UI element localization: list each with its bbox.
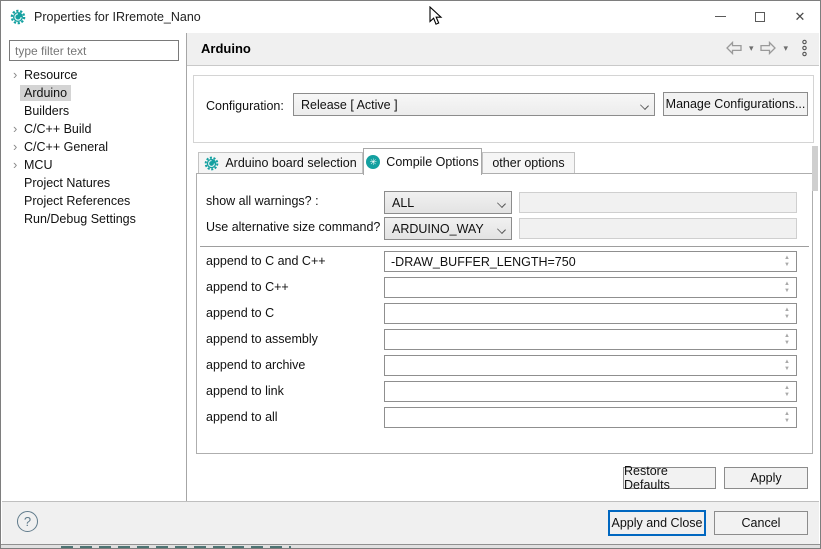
view-menu-icon[interactable] [800,39,809,57]
back-icon[interactable] [725,41,743,55]
minimize-icon [715,16,726,17]
main-panel: Arduino ▾ ▾ Configuration: Rel [187,33,819,501]
tree-item-project-natures[interactable]: Project Natures [2,174,186,192]
forward-history-caret-icon[interactable]: ▾ [781,43,790,54]
manage-configurations-button[interactable]: Manage Configurations... [663,92,808,116]
size-command-select[interactable]: ARDUINO_WAY [384,217,512,240]
tree-item-arduino[interactable]: Arduino [2,84,186,102]
page-title: Arduino [201,41,251,56]
scroll-arrows-icon[interactable]: ▲▼ [780,304,794,323]
scroll-arrows-icon[interactable]: ▲▼ [780,356,794,375]
tree-item-cpp-general[interactable]: › C/C++ General [2,138,186,156]
append-assembly-field-wrap: ▲▼ [384,329,797,350]
append-cpp-input[interactable] [384,277,797,298]
background-window-sliver [1,544,820,548]
chevron-down-icon [640,101,649,110]
append-archive-field-wrap: ▲▼ [384,355,797,376]
footer-bar: ? Apply and Close Cancel [2,501,819,544]
append-c-cpp-label: append to C and C++ [206,254,326,268]
append-archive-input[interactable] [384,355,797,376]
tab-arduino-board-selection[interactable]: Arduino board selection [198,152,363,174]
help-icon[interactable]: ? [17,511,38,532]
page-header: Arduino ▾ ▾ [187,33,819,66]
maximize-icon [755,12,765,22]
section-separator [200,246,809,247]
configuration-select[interactable]: Release [ Active ] [293,93,655,116]
back-history-caret-icon[interactable]: ▾ [747,43,756,54]
tab-compile-options[interactable]: ✳ Compile Options [363,148,482,175]
tree-item-resource[interactable]: › Resource [2,66,186,84]
tree-item-run-debug-settings[interactable]: Run/Debug Settings [2,210,186,228]
chevron-right-icon[interactable]: › [2,70,20,80]
cancel-button[interactable]: Cancel [714,511,808,535]
append-c-field-wrap: ▲▼ [384,303,797,324]
titlebar[interactable]: Properties for IRremote_Nano ✕ [1,1,820,33]
maximize-button[interactable] [740,1,780,32]
compile-icon: ✳ [366,155,380,169]
append-all-field-wrap: ▲▼ [384,407,797,428]
append-cpp-label: append to C++ [206,280,289,294]
append-c-cpp-field-wrap: ▲▼ [384,251,797,272]
gear-icon [204,156,219,171]
append-c-label: append to C [206,306,274,320]
tree-item-project-references[interactable]: Project References [2,192,186,210]
scroll-arrows-icon[interactable]: ▲▼ [780,408,794,427]
tree-item-mcu[interactable]: › MCU [2,156,186,174]
size-command-extra-field [519,218,797,239]
sidebar: › Resource Arduino Builders › C/C++ Buil… [2,33,186,501]
size-command-label: Use alternative size command? : [206,220,387,234]
configuration-label: Configuration: [206,99,284,113]
append-c-cpp-input[interactable] [384,251,797,272]
restore-defaults-button[interactable]: Restore Defaults [623,467,716,489]
tree-item-cpp-build[interactable]: › C/C++ Build [2,120,186,138]
mouse-cursor [429,6,443,26]
apply-and-close-button[interactable]: Apply and Close [608,510,706,536]
chevron-right-icon[interactable]: › [2,160,20,170]
chevron-down-icon [497,199,506,208]
forward-icon[interactable] [759,41,777,55]
append-link-label: append to link [206,384,284,398]
append-cpp-field-wrap: ▲▼ [384,277,797,298]
scroll-arrows-icon[interactable]: ▲▼ [780,382,794,401]
warnings-extra-field [519,192,797,213]
append-archive-label: append to archive [206,358,305,372]
chevron-right-icon[interactable]: › [2,142,20,152]
scroll-arrows-icon[interactable]: ▲▼ [780,278,794,297]
chevron-down-icon [497,225,506,234]
vertical-scrollbar-thumb[interactable] [812,146,818,191]
append-all-label: append to all [206,410,278,424]
append-link-input[interactable] [384,381,797,402]
tab-other-options[interactable]: other options [482,152,575,174]
append-assembly-input[interactable] [384,329,797,350]
app-gear-icon [10,9,26,25]
properties-dialog: Properties for IRremote_Nano ✕ › Resourc… [0,0,821,549]
warnings-select[interactable]: ALL [384,191,512,214]
close-icon: ✕ [795,9,806,25]
append-all-input[interactable] [384,407,797,428]
chevron-right-icon[interactable]: › [2,124,20,134]
append-c-input[interactable] [384,303,797,324]
filter-input[interactable] [9,40,179,61]
scroll-arrows-icon[interactable]: ▲▼ [780,252,794,271]
warnings-label: show all warnings? : [206,194,319,208]
apply-button[interactable]: Apply [724,467,808,489]
close-button[interactable]: ✕ [780,1,820,32]
append-assembly-label: append to assembly [206,332,318,346]
tree-item-builders[interactable]: Builders [2,102,186,120]
append-link-field-wrap: ▲▼ [384,381,797,402]
properties-tree: › Resource Arduino Builders › C/C++ Buil… [2,66,186,228]
window-title: Properties for IRremote_Nano [34,10,201,24]
scroll-arrows-icon[interactable]: ▲▼ [780,330,794,349]
minimize-button[interactable] [700,1,740,32]
